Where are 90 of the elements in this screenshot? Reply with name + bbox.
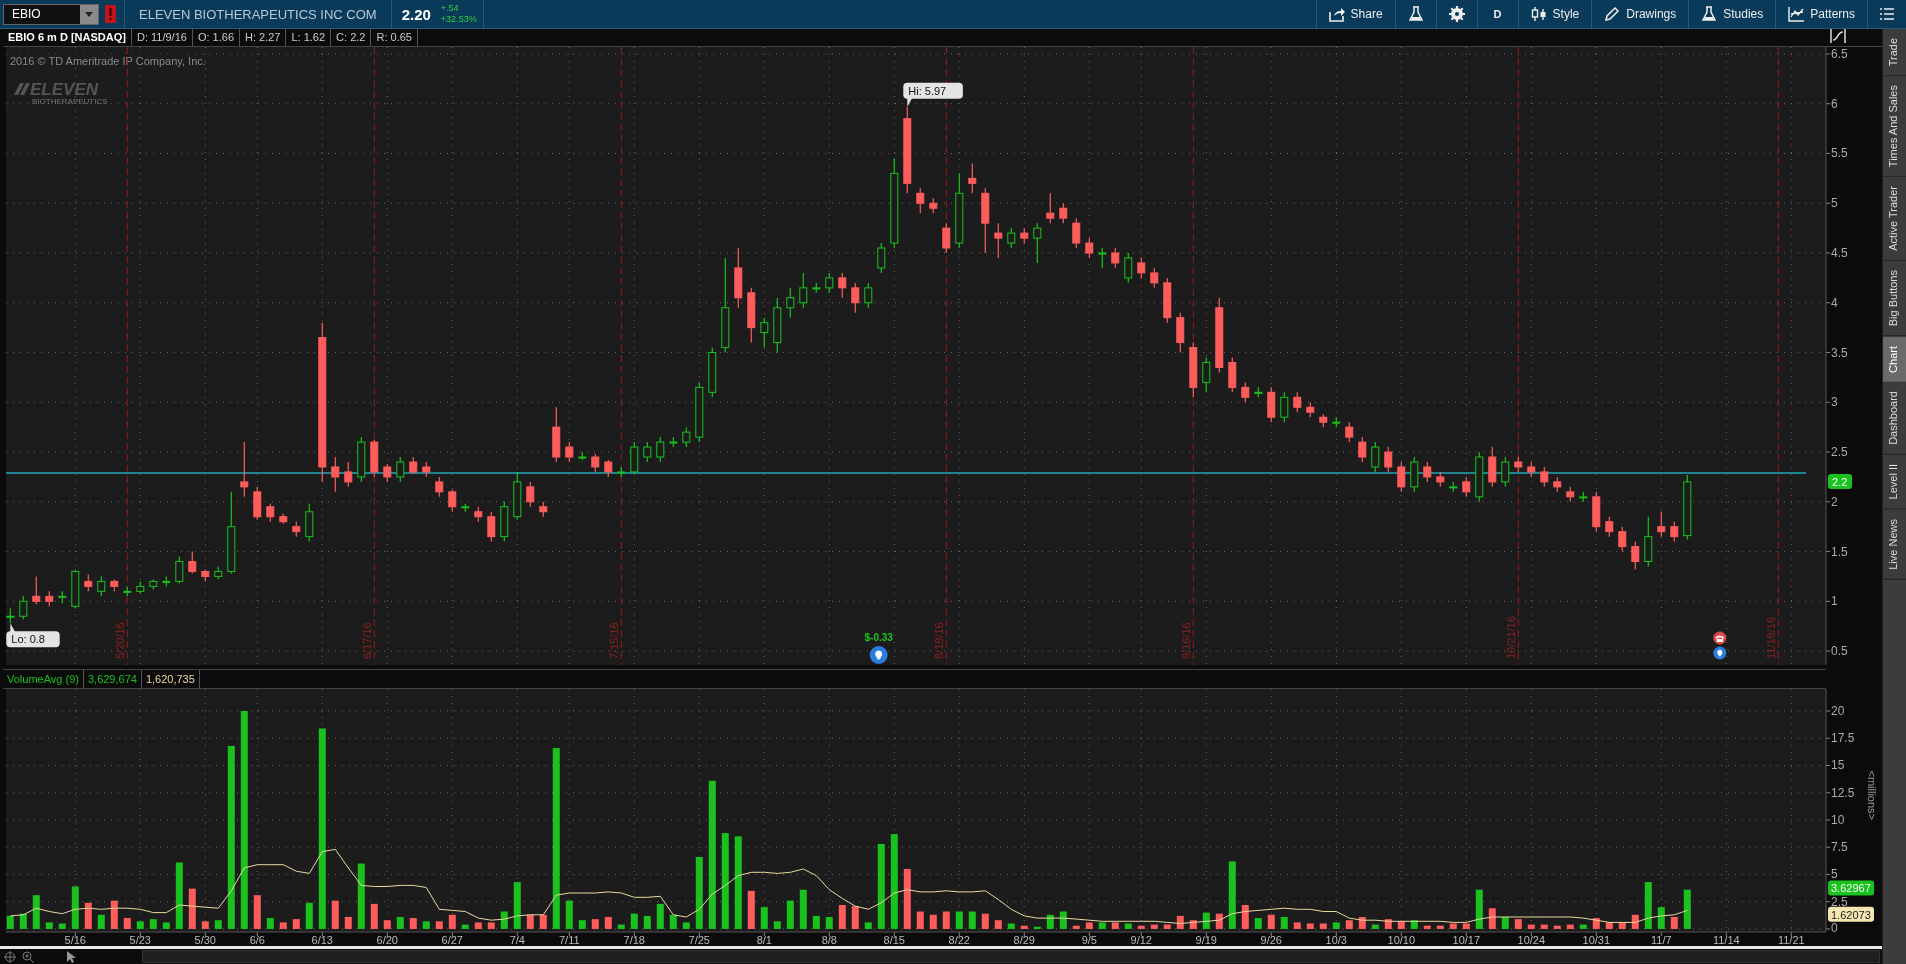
unit-label: <millions> [1866, 770, 1878, 820]
axis-label: 7/11 [559, 933, 580, 946]
axis-label: 8/8 [821, 933, 837, 946]
axis-label: 5 [1831, 196, 1838, 211]
expiration-label: 9/16/16 [1180, 622, 1193, 659]
toolbar-button[interactable]: Share [1315, 0, 1395, 29]
axis-label: 9/19 [1195, 933, 1217, 946]
price-callout: Hi: 5.97 [903, 82, 963, 107]
expiration-label: 7/15/16 [608, 622, 621, 659]
axis-label: 7.5 [1831, 840, 1848, 855]
legend-value: R: 0.65 [371, 29, 418, 46]
percent-change: +32.53% [440, 14, 477, 25]
earnings-label: $-0.33 [864, 631, 893, 643]
axis-label: 6.5 [1831, 46, 1848, 61]
last-price: 2.20 [390, 0, 441, 29]
axis-label: 3.5 [1831, 345, 1848, 360]
axis-label: 17.5 [1831, 731, 1855, 746]
toolbar-button[interactable]: Style [1517, 0, 1592, 29]
axis-label: 8/22 [948, 933, 970, 946]
annotation: Lo: 0.8 [11, 633, 45, 646]
axis-label: 10 [1831, 812, 1845, 827]
legend-value: H: 2.27 [240, 29, 287, 46]
volume-tag: 3.62967 [1828, 880, 1874, 896]
axis-label: 4 [1831, 295, 1838, 310]
study-name: VolumeAvg (9) [3, 669, 84, 688]
expiration-label: 5/20/16 [114, 622, 127, 659]
legend-value: C: 2.2 [331, 29, 372, 46]
axis-label: 4.5 [1831, 245, 1848, 260]
price-change: +.54 [440, 3, 460, 14]
axis-label: 10/24 [1517, 933, 1546, 946]
aggregation-button[interactable]: D [1476, 0, 1518, 29]
axis-label: 6/13 [311, 933, 333, 946]
axis-label: 5 [1831, 867, 1838, 882]
axis-label: 10/3 [1325, 933, 1347, 946]
axis-label: 5.5 [1831, 146, 1848, 161]
axis-label: 11/14 [1712, 933, 1740, 946]
axis-label: 3 [1831, 395, 1838, 410]
axis-label: 5/23 [129, 933, 151, 946]
price-callout: Lo: 0.8 [6, 623, 60, 648]
axis-label: 7/4 [509, 933, 525, 946]
legend-value: O: 1.66 [192, 29, 240, 46]
legend-value: L: 1.62 [286, 29, 332, 46]
axis-label: 7/25 [688, 933, 710, 946]
axis-label: 5/30 [194, 933, 216, 946]
toolbar-button[interactable]: Drawings [1591, 0, 1689, 29]
axis-label: 12.5 [1831, 785, 1855, 800]
axis-label: 7/18 [623, 933, 645, 946]
axis-label: 6/27 [441, 933, 463, 946]
axis-label: 10/31 [1582, 933, 1611, 946]
axis-label: 11/7 [1651, 933, 1672, 946]
company-name: ELEVEN BIOTHERAPEUTICS INC COM [124, 0, 391, 29]
company-logo: ELEVEN BIOTHERAPEUTICS [14, 79, 108, 106]
average-tag: 1.62073 [1828, 906, 1874, 922]
expiration-label: 10/21/16 [1505, 616, 1518, 659]
expiration-label: 8/19/16 [933, 622, 946, 659]
axis-label: 15 [1831, 758, 1845, 773]
axis-label: 10/10 [1387, 933, 1416, 946]
axis-label: 8/29 [1013, 933, 1035, 946]
axis-label: 6/6 [249, 933, 265, 946]
axis-label: 2.5 [1831, 445, 1848, 459]
sidebar-tab[interactable]: Chart [1883, 336, 1906, 383]
axis-label: 0.5 [1831, 644, 1848, 658]
axis-label: 0 [1831, 920, 1838, 935]
axis-label: 20 [1831, 703, 1845, 718]
axis-label: 9/26 [1260, 933, 1282, 946]
chart-title: EBIO 6 m D [NASDAQ] [3, 29, 132, 46]
symbol-field[interactable]: EBIO [3, 3, 99, 25]
expiration-label: 6/17/16 [361, 622, 374, 659]
axis-label: 6 [1831, 96, 1838, 111]
average-value: 1,620,735 [141, 669, 200, 688]
toolbar-button[interactable]: Patterns [1775, 0, 1867, 29]
volume-value: 3,629,674 [83, 669, 142, 688]
sidebar-tab[interactable]: Times And Sales [1883, 76, 1906, 178]
axis-label: 2.5 [1831, 894, 1848, 909]
price-tag: 2.2 [1828, 473, 1852, 489]
axis-label: 11/21 [1777, 933, 1805, 946]
axis-label: 8/1 [756, 933, 772, 946]
expiration-label: 11/18/16 [1765, 616, 1778, 659]
axis-label: 5/16 [64, 933, 86, 946]
axis-label: 9/5 [1081, 933, 1097, 946]
axis-label: 1 [1831, 594, 1838, 609]
axis-label: 1.5 [1831, 544, 1848, 559]
axis-label: 10/17 [1452, 933, 1481, 946]
axis-label: 2 [1831, 494, 1838, 509]
axis-label: 6/20 [376, 933, 398, 946]
toolbar-button[interactable]: Studies [1688, 0, 1776, 29]
axis-label: 9/12 [1130, 933, 1152, 946]
axis-label: 8/15 [883, 933, 905, 946]
legend-value: D: 11/9/16 [131, 29, 193, 46]
annotation: Hi: 5.97 [908, 84, 947, 97]
